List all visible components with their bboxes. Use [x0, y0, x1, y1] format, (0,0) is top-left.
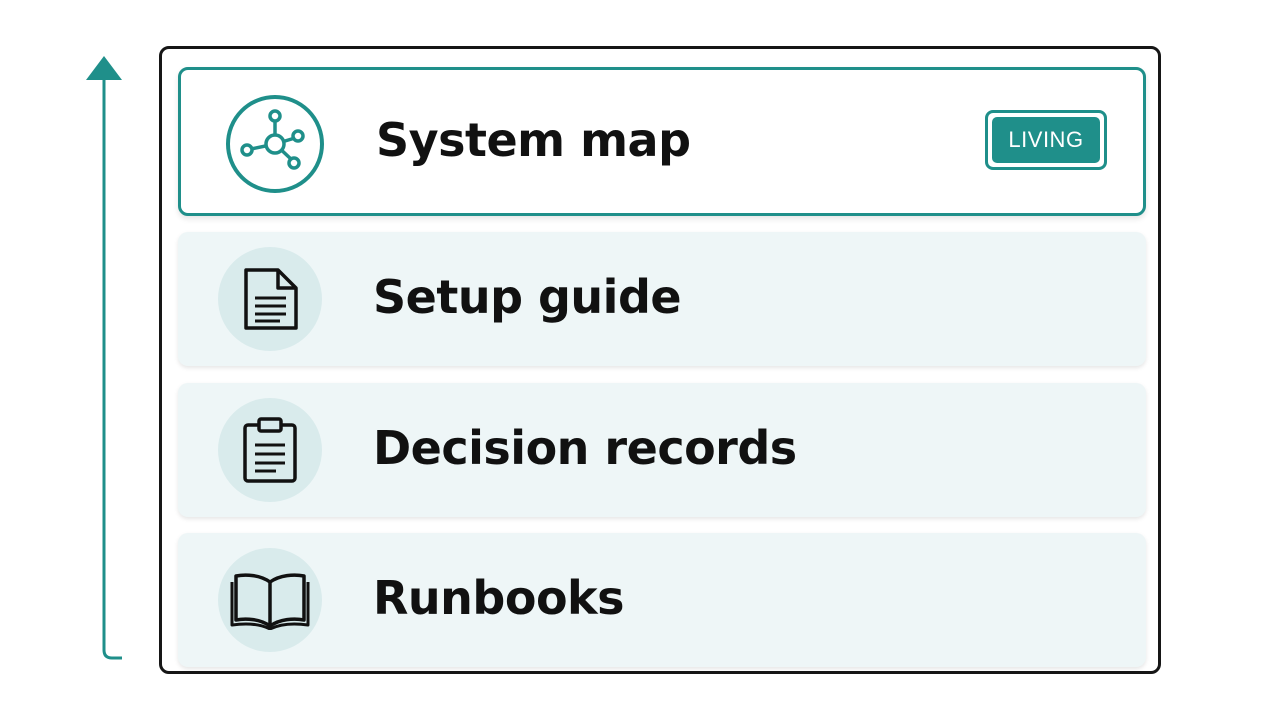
layer-panel: System map LIVING Setup guide Decision r…: [159, 46, 1161, 674]
clipboard-icon: [218, 398, 322, 502]
diagram-stage: System map LIVING Setup guide Decision r…: [0, 0, 1279, 720]
card-label: Decision records: [373, 421, 797, 475]
network-icon: [223, 92, 327, 196]
card-label: System map: [376, 113, 691, 167]
card-label: Runbooks: [373, 571, 625, 625]
document-icon: [218, 247, 322, 351]
arrow-up-icon: [86, 56, 122, 80]
book-icon: [218, 548, 322, 652]
card-system-map[interactable]: System map LIVING: [178, 67, 1146, 216]
badge-label: LIVING: [992, 117, 1100, 163]
axis-line: [102, 76, 122, 660]
card-setup-guide[interactable]: Setup guide: [178, 232, 1146, 366]
card-label: Setup guide: [373, 270, 682, 324]
card-decision-records[interactable]: Decision records: [178, 383, 1146, 517]
status-badge: LIVING: [985, 110, 1107, 170]
card-runbooks[interactable]: Runbooks: [178, 533, 1146, 667]
